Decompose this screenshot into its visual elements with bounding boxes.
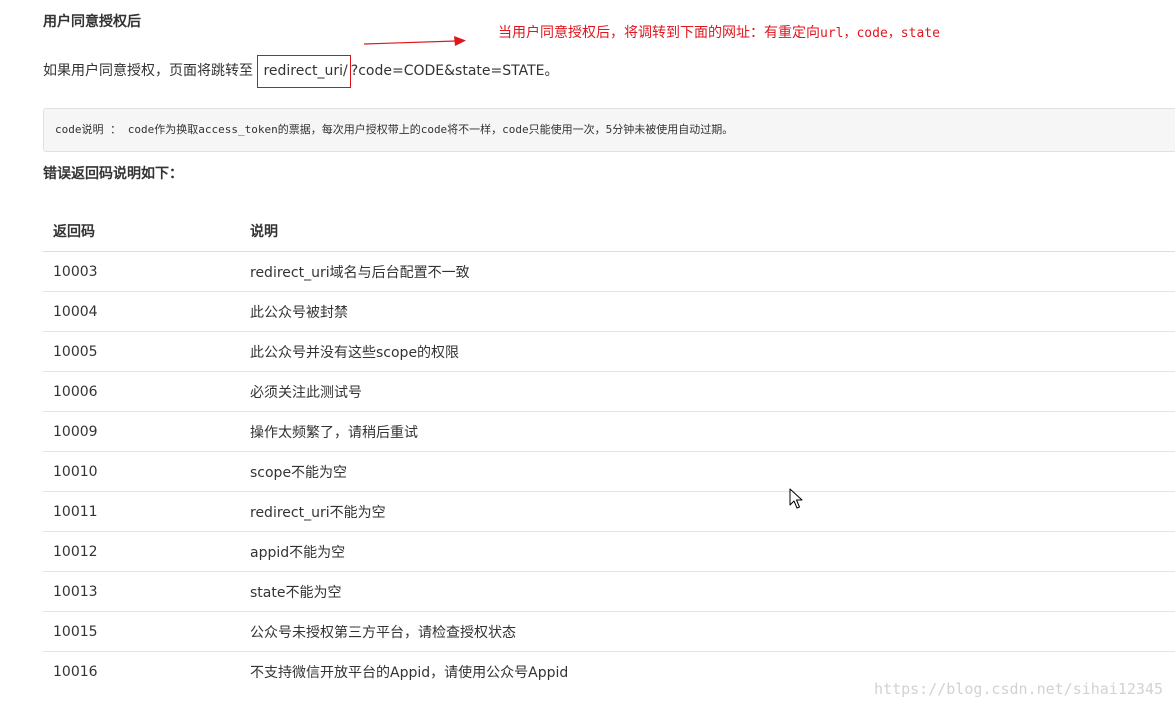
row-code: 10003 <box>43 251 240 292</box>
row-code: 10005 <box>43 331 240 372</box>
annotation-params: url，code，state <box>820 26 940 41</box>
row-description: state不能为空 <box>240 571 1175 612</box>
watermark: https://blog.csdn.net/sihai12345 <box>874 680 1163 698</box>
table-row: 10009 操作太频繁了，请稍后重试 <box>43 411 1175 452</box>
row-code: 10009 <box>43 411 240 452</box>
table-header-row: 返回码 说明 <box>43 211 1175 252</box>
paragraph-suffix: ?code=CODE&state=STATE。 <box>350 63 559 79</box>
error-codes-table: 返回码 说明 10003 redirect_uri域名与后台配置不一致 10004… <box>43 211 1175 691</box>
row-code: 10010 <box>43 451 240 492</box>
row-code: 10013 <box>43 571 240 612</box>
row-code: 10004 <box>43 291 240 332</box>
row-code: 10016 <box>53 663 98 680</box>
table-row: 10004 此公众号被封禁 <box>43 291 1175 332</box>
header-code: 返回码 <box>43 211 240 252</box>
row-description: redirect_uri域名与后台配置不一致 <box>240 251 1175 292</box>
red-arrow-icon <box>363 36 466 46</box>
row-code: 10012 <box>43 531 240 572</box>
table-row: 10010 scope不能为空 <box>43 451 1175 492</box>
paragraph-prefix: 如果用户同意授权，页面将跳转至 <box>43 63 258 79</box>
mouse-pointer-icon <box>789 488 803 509</box>
row-description: redirect_uri不能为空 <box>240 491 1175 532</box>
row-description: 操作太频繁了，请稍后重试 <box>240 411 1175 452</box>
redirect-paragraph: 如果用户同意授权，页面将跳转至 redirect_uri/?code=CODE&… <box>43 55 559 88</box>
row-code: 10015 <box>43 611 240 652</box>
error-codes-heading: 错误返回码说明如下： <box>43 166 183 182</box>
row-description: scope不能为空 <box>240 451 1175 492</box>
code-note-text: code说明 ： code作为换取access_token的票据，每次用户授权带… <box>55 123 734 136</box>
highlighted-redirect-uri: redirect_uri/ <box>257 55 351 88</box>
row-code: 10006 <box>43 371 240 412</box>
section-heading: 用户同意授权后 <box>43 14 141 30</box>
table-row: 10015 公众号未授权第三方平台，请检查授权状态 <box>43 611 1175 652</box>
red-annotation: 当用户同意授权后，将调转到下面的网址：有重定向url，code，state <box>498 23 940 44</box>
table-row: 10012 appid不能为空 <box>43 531 1175 572</box>
table-row: 10003 redirect_uri域名与后台配置不一致 <box>43 251 1175 292</box>
row-code: 10011 <box>43 491 240 532</box>
table-row: 10006 必须关注此测试号 <box>43 371 1175 412</box>
row-description: 必须关注此测试号 <box>240 371 1175 412</box>
row-description: 公众号未授权第三方平台，请检查授权状态 <box>240 611 1175 652</box>
table-row: 10013 state不能为空 <box>43 571 1175 612</box>
table-row: 10011 redirect_uri不能为空 <box>43 491 1175 532</box>
row-description: 此公众号并没有这些scope的权限 <box>240 331 1175 372</box>
row-description: appid不能为空 <box>240 531 1175 572</box>
header-description: 说明 <box>240 211 1175 252</box>
row-description: 此公众号被封禁 <box>240 291 1175 332</box>
annotation-text: 当用户同意授权后，将调转到下面的网址：有重定向 <box>498 25 820 41</box>
code-note-box: code说明 ： code作为换取access_token的票据，每次用户授权带… <box>43 108 1175 152</box>
table-row: 10005 此公众号并没有这些scope的权限 <box>43 331 1175 372</box>
